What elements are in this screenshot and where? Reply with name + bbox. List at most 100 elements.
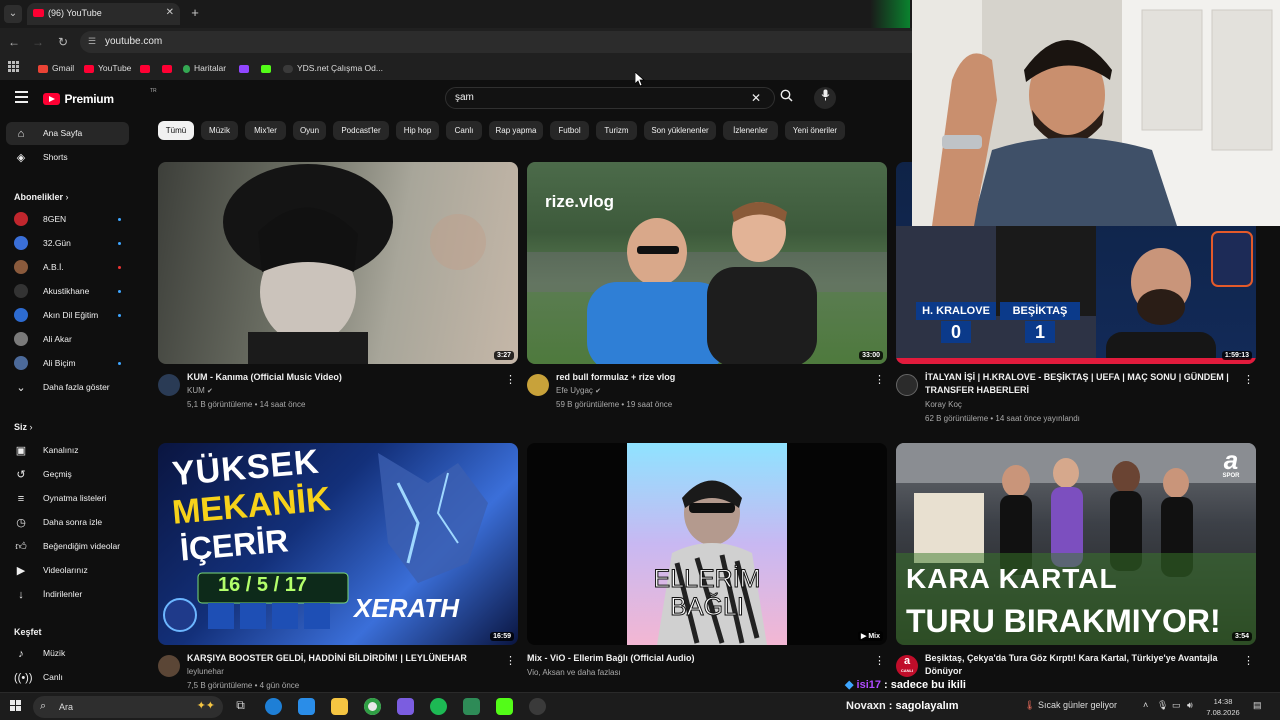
file-explorer-icon[interactable] [331,698,348,715]
app-icon[interactable] [397,698,414,715]
sidebar-subscription[interactable]: Ali Biçim [6,352,129,375]
app-icon[interactable] [463,698,480,715]
you-heading[interactable]: Siz › [14,422,33,432]
sidebar-item-downloads[interactable]: ↓ İndirilenler [6,583,129,606]
more-options-icon[interactable]: ⋮ [874,373,885,386]
channel-name[interactable]: Vio, Aksan ve daha fazlası [527,668,621,677]
apps-grid-icon[interactable] [8,61,20,75]
weather-widget[interactable]: 🌡︎ Sıcak günler geliyor [1024,700,1117,711]
sidebar-item-liked[interactable]: 👍︎ Beğendiğim videolar [6,535,129,558]
taskbar-search-input[interactable]: ⌕ Ara ✦✦ [33,696,223,718]
obs-icon[interactable] [529,698,546,715]
sidebar-item-home[interactable]: ⌂ Ana Sayfa [6,122,129,145]
bookmark-youtube-2[interactable] [140,61,154,75]
bookmark-twitch[interactable] [239,61,253,75]
reload-icon[interactable]: ↻ [55,34,71,50]
sidebar-subscription[interactable]: Ali Akar [6,328,129,351]
windows-start-icon[interactable] [10,700,22,712]
bookmark-youtube[interactable]: YouTube [84,61,131,75]
chip[interactable]: Turizm [596,121,637,140]
network-icon[interactable]: ▭ [1172,700,1181,711]
video-card[interactable]: ELLERİM BAĞLI ▶ Mix Mix - ViO - Ellerim … [527,443,887,703]
new-tab-button[interactable]: + [187,5,203,21]
chip[interactable]: Son yüklenenler [644,121,716,140]
search-input[interactable]: şam ✕ [445,87,775,109]
video-card[interactable]: YÜKSEK MEKANİK İÇERİR 16 / 5 / 17 XERATH… [158,443,518,703]
volume-icon[interactable]: 🔊︎ [1187,700,1193,711]
channel-name[interactable]: KUM ✔ [187,386,213,395]
more-options-icon[interactable]: ⋮ [505,373,516,386]
channel-avatar[interactable] [158,374,180,396]
chip[interactable]: Podcast'ler [333,121,389,140]
channel-name[interactable]: Koray Koç [925,400,962,409]
chip[interactable]: Hip hop [396,121,439,140]
chip[interactable]: Rap yapma [489,121,543,140]
site-info-icon[interactable]: ☰ [88,36,100,48]
show-more-button[interactable]: ⌄ Daha fazla göster [6,376,129,399]
video-thumbnail[interactable]: YÜKSEK MEKANİK İÇERİR 16 / 5 / 17 XERATH… [158,443,518,645]
chip[interactable]: Canlı [446,121,482,140]
sidebar-subscription[interactable]: 32.Gün [6,232,129,255]
app-icon[interactable] [496,698,513,715]
sidebar-subscription[interactable]: A.B.İ. [6,256,129,279]
channel-avatar[interactable] [527,374,549,396]
video-thumbnail[interactable]: rize.vlog 33:00 [527,162,887,364]
video-title[interactable]: Beşiktaş, Çekya'da Tura Göz Kırptı! Kara… [925,652,1235,678]
chevron-up-icon[interactable]: ˄ [1143,700,1148,710]
more-options-icon[interactable]: ⋮ [1243,373,1254,386]
close-tab-icon[interactable]: ✕ [166,7,174,18]
sidebar-item-watch-later[interactable]: ◷ Daha sonra izle [6,511,129,534]
channel-avatar[interactable] [896,374,918,396]
video-card[interactable]: KARA KARTAL TURU BIRAKMIYOR! a SPOR 3:54… [896,443,1256,703]
sidebar-item-channel[interactable]: ▣ Kanalınız [6,439,129,462]
bookmark-maps[interactable]: Haritalar [183,61,226,75]
search-button[interactable] [775,87,797,109]
store-icon[interactable] [298,698,315,715]
video-card[interactable]: rize.vlog 33:00 red bull formulaz + rize… [527,162,887,422]
sidebar-item-music[interactable]: ♪ Müzik [6,642,129,665]
video-thumbnail[interactable]: 3:27 [158,162,518,364]
chip[interactable]: Oyun [293,121,326,140]
microphone-icon[interactable]: 🎙︎ [1157,700,1168,711]
chrome-icon[interactable] [364,698,381,715]
clear-search-icon[interactable]: ✕ [751,91,761,105]
video-title[interactable]: red bull formulaz + rize vlog [556,371,866,384]
voice-search-mic-icon[interactable] [814,87,836,109]
youtube-logo[interactable]: Premium TR [43,88,157,106]
channel-avatar[interactable] [158,655,180,677]
sidebar-subscription[interactable]: Akın Dil Eğitim [6,304,129,327]
spotify-icon[interactable] [430,698,447,715]
sidebar-item-live[interactable]: ((•)) Canlı [6,666,129,689]
more-options-icon[interactable]: ⋮ [1243,654,1254,667]
notification-icon[interactable]: ▤ [1253,700,1262,711]
chip[interactable]: İzlenenler [723,121,778,140]
video-thumbnail[interactable]: KARA KARTAL TURU BIRAKMIYOR! a SPOR 3:54 [896,443,1256,645]
video-thumbnail[interactable]: ELLERİM BAĞLI ▶ Mix [527,443,887,645]
bookmark-yds[interactable]: YDS.net Çalışma Od... [283,61,383,75]
sidebar-subscription[interactable]: 8GEN [6,208,129,231]
forward-arrow-icon[interactable]: → [30,34,46,50]
video-title[interactable]: KARŞIYA BOOSTER GELDİ, HADDİNİ BİLDİRDİM… [187,652,497,665]
bookmark-gmail[interactable]: Gmail [38,61,74,75]
channel-name[interactable]: leylunehar [187,667,224,676]
video-title[interactable]: KUM - Kanıma (Official Music Video) [187,371,497,384]
sidebar-item-playlists[interactable]: ≡ Oynatma listeleri [6,487,129,510]
chip[interactable]: Futbol [550,121,589,140]
channel-name[interactable]: Efe Uygaç ✔ [556,386,601,395]
more-options-icon[interactable]: ⋮ [505,654,516,667]
chip[interactable]: Yeni öneriler [785,121,845,140]
back-arrow-icon[interactable]: ← [6,34,22,50]
tab-search-button[interactable]: ⌄ [4,5,22,23]
sidebar-item-shorts[interactable]: ◈ Shorts [6,146,129,169]
sidebar-item-history[interactable]: ↺ Geçmiş [6,463,129,486]
task-view-icon[interactable]: ⧉ [232,698,249,715]
chip[interactable]: Mix'ler [245,121,286,140]
sidebar-subscription[interactable]: Akustikhane [6,280,129,303]
menu-icon[interactable] [15,91,28,103]
edge-icon[interactable] [265,698,282,715]
sidebar-item-your-videos[interactable]: ▶ Videolarınız [6,559,129,582]
video-card[interactable]: 3:27 KUM - Kanıma (Official Music Video)… [158,162,518,422]
clock[interactable]: 14:38 7.08.2026 [1203,696,1243,718]
chip[interactable]: Müzik [201,121,238,140]
chip-all[interactable]: Tümü [158,121,194,140]
